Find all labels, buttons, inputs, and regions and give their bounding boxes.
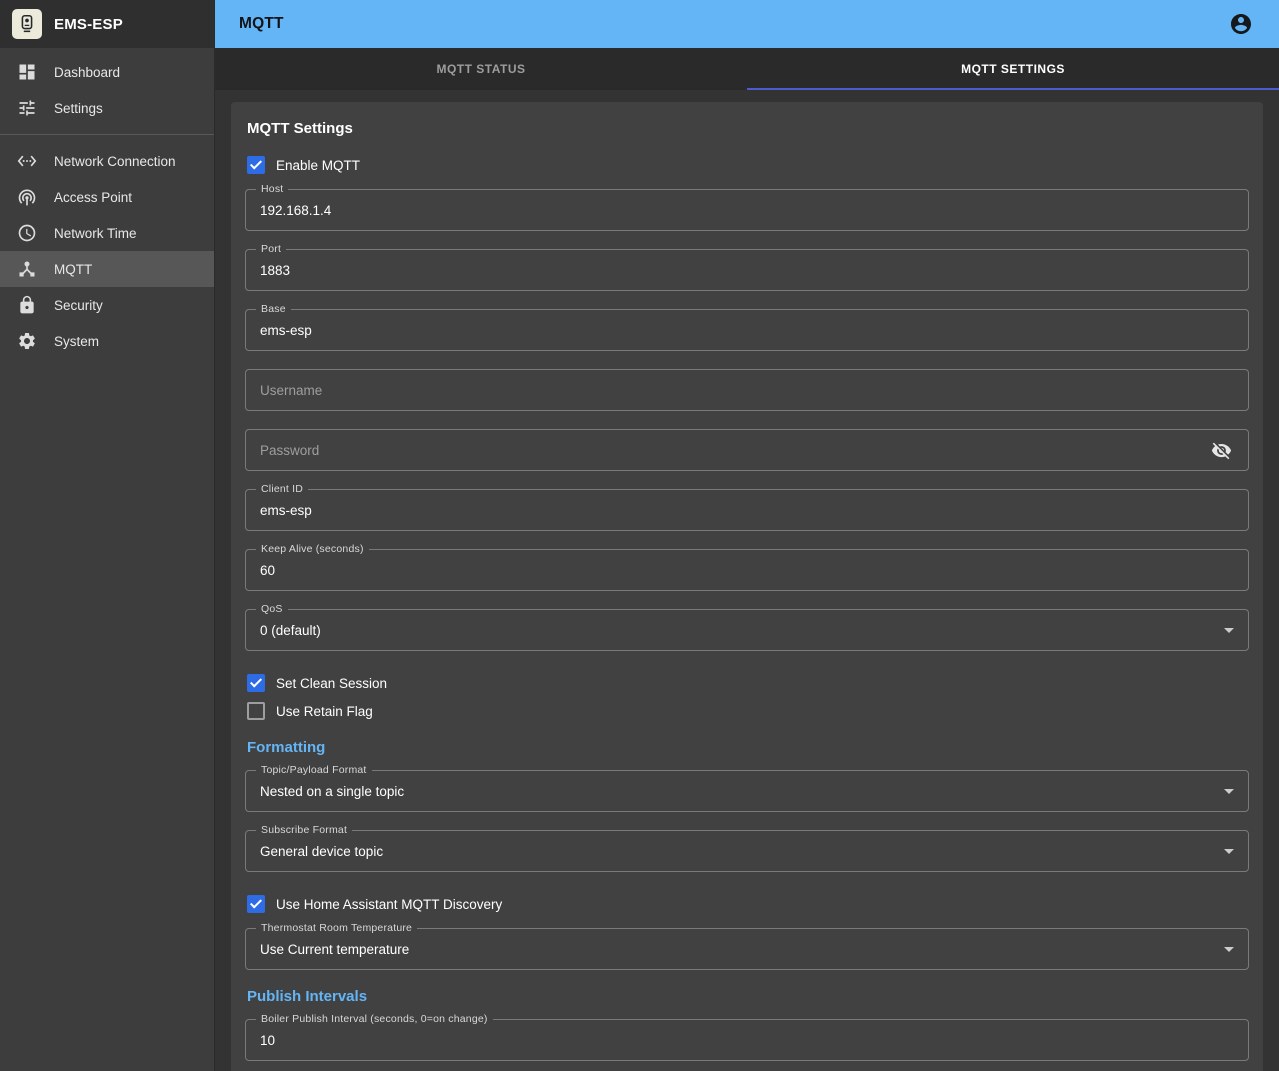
account-circle-icon xyxy=(1229,12,1253,36)
sidebar-item-label: Security xyxy=(54,298,103,313)
tab-label: MQTT STATUS xyxy=(436,62,525,76)
boiler-publish-interval-input[interactable] xyxy=(260,1033,1234,1048)
checkbox-label: Enable MQTT xyxy=(276,158,360,173)
field-label: QoS xyxy=(256,603,288,615)
port-input[interactable] xyxy=(260,263,1234,278)
checkbox-icon[interactable] xyxy=(247,156,265,174)
checkbox-icon[interactable] xyxy=(247,674,265,692)
toggle-password-visibility-button[interactable] xyxy=(1208,437,1234,463)
sidebar-header: EMS-ESP xyxy=(0,0,214,48)
field-label: Client ID xyxy=(256,483,308,495)
sidebar-item-label: Dashboard xyxy=(54,65,120,80)
sidebar-divider xyxy=(0,134,214,135)
sidebar-item-label: Network Connection xyxy=(54,154,176,169)
content-area: MQTT Settings Enable MQTT Host Port Base xyxy=(215,90,1279,1071)
chevron-down-icon xyxy=(1224,789,1234,794)
tab-label: MQTT SETTINGS xyxy=(961,62,1065,76)
sidebar: EMS-ESP Dashboard Settings Network Conne… xyxy=(0,0,215,1071)
dashboard-icon xyxy=(17,62,37,82)
sidebar-network-menu: Network Connection Access Point Network … xyxy=(0,137,214,365)
sidebar-item-dashboard[interactable]: Dashboard xyxy=(0,54,214,90)
publish-intervals-section-heading: Publish Intervals xyxy=(247,988,1247,1005)
sidebar-item-access-point[interactable]: Access Point xyxy=(0,179,214,215)
visibility-off-icon xyxy=(1211,440,1232,461)
sidebar-item-network-time[interactable]: Network Time xyxy=(0,215,214,251)
sidebar-item-mqtt[interactable]: MQTT xyxy=(0,251,214,287)
checkbox-label: Use Home Assistant MQTT Discovery xyxy=(276,897,502,912)
clean-session-checkbox-row[interactable]: Set Clean Session xyxy=(245,669,1249,697)
tab-mqtt-settings[interactable]: MQTT SETTINGS xyxy=(747,48,1279,90)
app-title: EMS-ESP xyxy=(54,16,123,33)
topic-payload-format-select[interactable]: Topic/Payload Format Nested on a single … xyxy=(245,770,1249,812)
sidebar-item-settings[interactable]: Settings xyxy=(0,90,214,126)
checkbox-label: Set Clean Session xyxy=(276,676,387,691)
formatting-section-heading: Formatting xyxy=(247,739,1247,756)
host-input[interactable] xyxy=(260,203,1234,218)
selected-value: Nested on a single topic xyxy=(260,784,404,799)
host-field[interactable]: Host xyxy=(245,189,1249,231)
base-input[interactable] xyxy=(260,323,1234,338)
sidebar-item-network-connection[interactable]: Network Connection xyxy=(0,143,214,179)
account-button[interactable] xyxy=(1227,10,1255,38)
sidebar-item-label: Settings xyxy=(54,101,103,116)
boiler-publish-interval-field[interactable]: Boiler Publish Interval (seconds, 0=on c… xyxy=(245,1019,1249,1061)
client-id-input[interactable] xyxy=(260,503,1234,518)
chevron-down-icon xyxy=(1224,849,1234,854)
sidebar-item-label: MQTT xyxy=(54,262,92,277)
keep-alive-field[interactable]: Keep Alive (seconds) xyxy=(245,549,1249,591)
sidebar-main-menu: Dashboard Settings xyxy=(0,48,214,132)
page-title: MQTT xyxy=(239,15,284,33)
wifi-tethering-icon xyxy=(17,187,37,207)
enable-mqtt-checkbox-row[interactable]: Enable MQTT xyxy=(245,151,1249,179)
thermostat-room-temperature-select[interactable]: Thermostat Room Temperature Use Current … xyxy=(245,928,1249,970)
field-label: Topic/Payload Format xyxy=(256,764,372,776)
app-bar: MQTT xyxy=(215,0,1279,48)
selected-value: 0 (default) xyxy=(260,623,321,638)
field-label: Subscribe Format xyxy=(256,824,352,836)
active-tab-indicator xyxy=(747,88,1279,90)
selected-value: General device topic xyxy=(260,844,383,859)
checkbox-icon[interactable] xyxy=(247,895,265,913)
username-field[interactable] xyxy=(245,369,1249,411)
chevron-down-icon xyxy=(1224,628,1234,633)
base-field[interactable]: Base xyxy=(245,309,1249,351)
chevron-down-icon xyxy=(1224,947,1234,952)
tune-icon xyxy=(17,98,37,118)
field-label: Port xyxy=(256,243,286,255)
client-id-field[interactable]: Client ID xyxy=(245,489,1249,531)
field-label: Base xyxy=(256,303,291,315)
field-label: Host xyxy=(256,183,288,195)
ethernet-icon xyxy=(17,151,37,171)
mqtt-settings-card: MQTT Settings Enable MQTT Host Port Base xyxy=(231,102,1263,1071)
password-field[interactable] xyxy=(245,429,1249,471)
retain-flag-checkbox-row[interactable]: Use Retain Flag xyxy=(245,697,1249,725)
sidebar-item-security[interactable]: Security xyxy=(0,287,214,323)
checkbox-icon[interactable] xyxy=(247,702,265,720)
sidebar-item-label: Access Point xyxy=(54,190,132,205)
tab-bar: MQTT STATUS MQTT SETTINGS xyxy=(215,48,1279,90)
checkbox-label: Use Retain Flag xyxy=(276,704,373,719)
qos-select[interactable]: QoS 0 (default) xyxy=(245,609,1249,651)
card-heading: MQTT Settings xyxy=(247,120,1247,137)
ha-discovery-checkbox-row[interactable]: Use Home Assistant MQTT Discovery xyxy=(245,890,1249,918)
subscribe-format-select[interactable]: Subscribe Format General device topic xyxy=(245,830,1249,872)
tab-mqtt-status[interactable]: MQTT STATUS xyxy=(215,48,747,90)
gear-icon xyxy=(17,331,37,351)
selected-value: Use Current temperature xyxy=(260,942,409,957)
field-label: Keep Alive (seconds) xyxy=(256,543,369,555)
port-field[interactable]: Port xyxy=(245,249,1249,291)
password-input[interactable] xyxy=(260,443,1208,458)
lock-icon xyxy=(17,295,37,315)
ems-esp-logo-icon xyxy=(12,9,42,39)
keep-alive-input[interactable] xyxy=(260,563,1234,578)
sidebar-item-label: System xyxy=(54,334,99,349)
device-hub-icon xyxy=(17,259,37,279)
clock-icon xyxy=(17,223,37,243)
sidebar-item-system[interactable]: System xyxy=(0,323,214,359)
main-area: MQTT MQTT STATUS MQTT SETTINGS MQTT Sett… xyxy=(215,0,1279,1071)
field-label: Thermostat Room Temperature xyxy=(256,922,417,934)
field-label: Boiler Publish Interval (seconds, 0=on c… xyxy=(256,1013,493,1025)
sidebar-item-label: Network Time xyxy=(54,226,137,241)
username-input[interactable] xyxy=(260,383,1234,398)
